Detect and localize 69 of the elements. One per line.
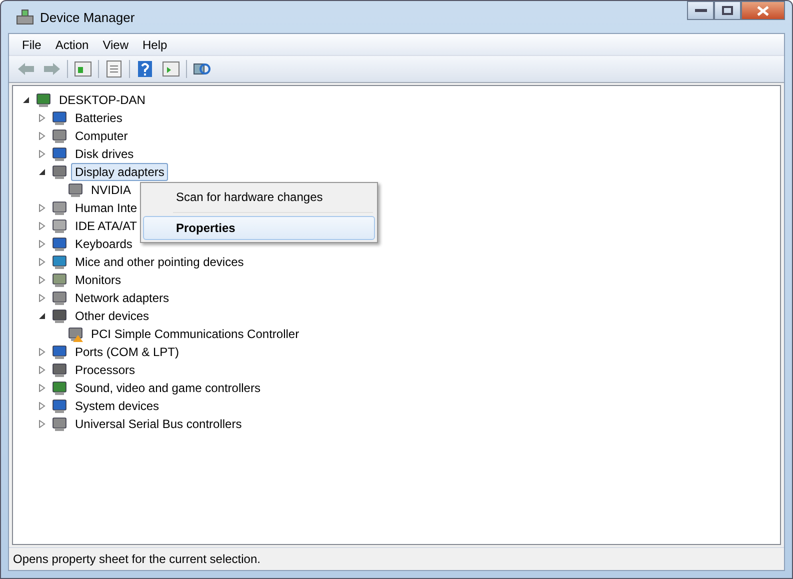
device-icon (52, 200, 68, 216)
tree-item[interactable]: Ports (COM & LPT) (71, 343, 184, 361)
device-icon (36, 92, 52, 108)
device-icon (52, 110, 68, 126)
tree-item[interactable]: Monitors (71, 271, 126, 289)
collapsed-triangle-icon[interactable] (38, 294, 46, 302)
tree-item[interactable]: Computer (71, 127, 132, 145)
collapsed-triangle-icon[interactable] (38, 114, 46, 122)
collapsed-triangle-icon[interactable] (38, 384, 46, 392)
expanded-triangle-icon[interactable] (22, 96, 30, 104)
menu-item[interactable]: Action (48, 38, 96, 52)
collapsed-triangle-icon[interactable] (38, 366, 46, 374)
device-icon (52, 362, 68, 378)
tree-item[interactable]: System devices (71, 397, 164, 415)
device-icon (52, 380, 68, 396)
tree-item[interactable]: Processors (71, 361, 140, 379)
collapsed-triangle-icon[interactable] (38, 420, 46, 428)
device-icon (52, 398, 68, 414)
collapsed-triangle-icon[interactable] (38, 222, 46, 230)
tree-item[interactable]: Human Inte (71, 199, 142, 217)
collapsed-triangle-icon[interactable] (38, 240, 46, 248)
tree-item[interactable]: Network adapters (71, 289, 174, 307)
device-icon (52, 236, 68, 252)
tree-item[interactable]: Sound, video and game controllers (71, 379, 264, 397)
device-icon (52, 308, 68, 324)
collapsed-triangle-icon[interactable] (38, 348, 46, 356)
close-button[interactable] (741, 1, 785, 20)
device-icon (52, 164, 68, 180)
tree-item[interactable]: IDE ATA/AT (71, 217, 142, 235)
device-icon (52, 272, 68, 288)
collapsed-triangle-icon[interactable] (38, 276, 46, 284)
expanded-triangle-icon[interactable] (38, 168, 46, 176)
device-icon (68, 182, 84, 198)
tree-item[interactable]: PCI Simple Communications Controller (87, 325, 304, 343)
menu-item[interactable]: View (96, 38, 136, 52)
collapsed-triangle-icon[interactable] (38, 402, 46, 410)
device-icon (52, 254, 68, 270)
menu-item[interactable]: Help (136, 38, 174, 52)
device-icon (52, 128, 68, 144)
context-menu-item[interactable]: Scan for hardware changes (143, 185, 375, 209)
device-icon (52, 344, 68, 360)
device-manager-icon (16, 9, 34, 25)
window-title: Device Manager (40, 10, 135, 24)
tree-item[interactable]: Batteries (71, 109, 126, 127)
tree-item[interactable]: Disk drives (71, 145, 138, 163)
device-icon (52, 146, 68, 162)
device-icon (52, 290, 68, 306)
tree-item[interactable]: Other devices (71, 307, 154, 325)
tree-item[interactable]: NVIDIA (87, 181, 136, 199)
maximize-button[interactable] (714, 1, 741, 20)
collapsed-triangle-icon[interactable] (38, 258, 46, 266)
minimize-button[interactable] (687, 1, 714, 20)
tree-item[interactable]: Display adapters (71, 163, 168, 181)
device-icon (52, 218, 68, 234)
tree-item[interactable]: DESKTOP-DAN (55, 91, 150, 109)
tree-item[interactable]: Universal Serial Bus controllers (71, 415, 246, 433)
close-icon (757, 6, 769, 16)
expanded-triangle-icon[interactable] (38, 312, 46, 320)
maximize-icon (722, 6, 733, 15)
menu-item[interactable]: File (15, 38, 48, 52)
context-menu-item[interactable]: Properties (143, 216, 375, 240)
collapsed-triangle-icon[interactable] (38, 150, 46, 158)
status-bar: Opens property sheet for the current selection. (9, 547, 784, 570)
tree-item[interactable]: Mice and other pointing devices (71, 253, 248, 271)
tree-item[interactable]: Keyboards (71, 235, 136, 253)
collapsed-triangle-icon[interactable] (38, 132, 46, 140)
device-icon (52, 416, 68, 432)
collapsed-triangle-icon[interactable] (38, 204, 46, 212)
minimize-icon (694, 8, 706, 12)
